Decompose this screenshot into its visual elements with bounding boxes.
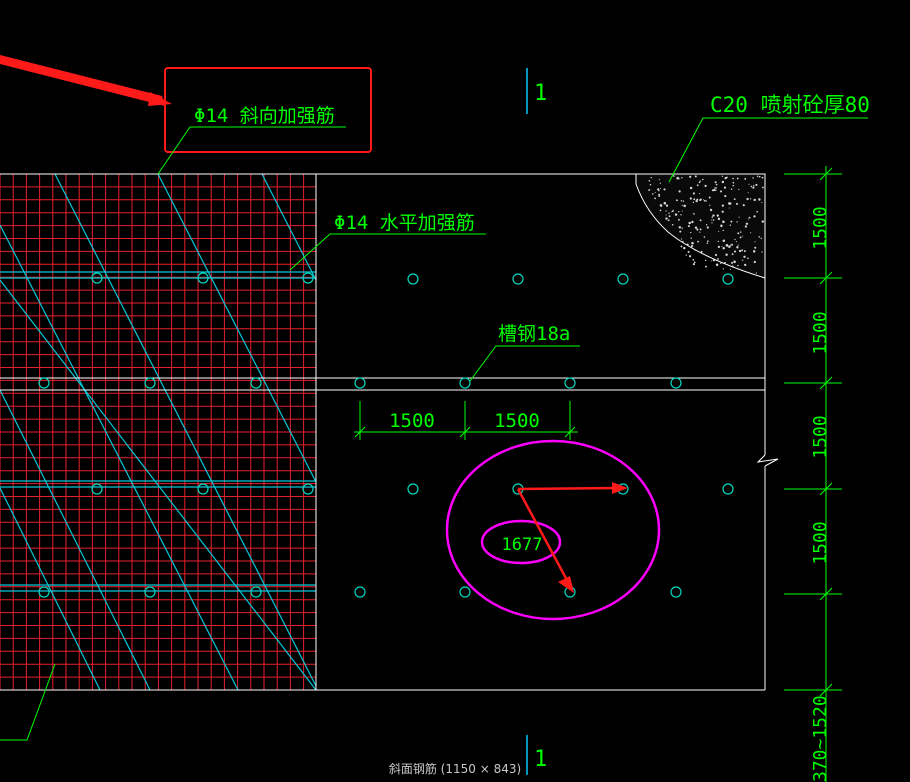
channel-steel-text: 槽钢18a bbox=[498, 323, 570, 345]
vertical-dimension: 1500 1500 1500 1500 370~1520 bbox=[784, 166, 842, 782]
dimension-text: 1500 bbox=[810, 521, 831, 564]
dimension-text: 1500 bbox=[810, 415, 831, 458]
measurement-annotation: 1677 bbox=[445, 439, 661, 621]
horizontal-dimension: 1500 1500 bbox=[354, 401, 578, 440]
dimension-text: 1500 bbox=[810, 311, 831, 354]
dimension-text: 1500 bbox=[494, 410, 540, 432]
section-mark-label: 1 bbox=[534, 81, 547, 106]
label-diagonal-rebar: Φ14 斜向加强筋 bbox=[157, 105, 346, 175]
horizontal-rebar-text: Φ14 水平加强筋 bbox=[334, 212, 475, 234]
label-shotcrete: C20 喷射砼厚80 bbox=[668, 93, 870, 183]
label-channel-steel: 槽钢18a bbox=[469, 323, 580, 382]
shotcrete-text: C20 喷射砼厚80 bbox=[710, 93, 870, 117]
diagonal-rebar-text: Φ14 斜向加强筋 bbox=[194, 105, 335, 127]
cad-drawing: 1 1 Φ14 斜向加强筋 Φ14 水平加强筋 C20 喷射砼厚80 槽钢18a bbox=[0, 55, 870, 782]
dimension-text: 1500 bbox=[810, 206, 831, 249]
highlight-callout bbox=[0, 55, 372, 153]
leader-line bbox=[0, 663, 56, 741]
callout-arrow bbox=[0, 55, 165, 106]
rebar-mesh-grid bbox=[0, 173, 316, 691]
shotcrete-hatch bbox=[635, 173, 766, 279]
measured-value-text: 1677 bbox=[502, 535, 543, 555]
section-mark-top: 1 bbox=[526, 68, 547, 114]
image-caption: 斜面钢筋 (1150 × 843) bbox=[388, 762, 522, 776]
label-horizontal-rebar: Φ14 水平加强筋 bbox=[289, 212, 486, 271]
dimension-text: 1500 bbox=[389, 410, 435, 432]
